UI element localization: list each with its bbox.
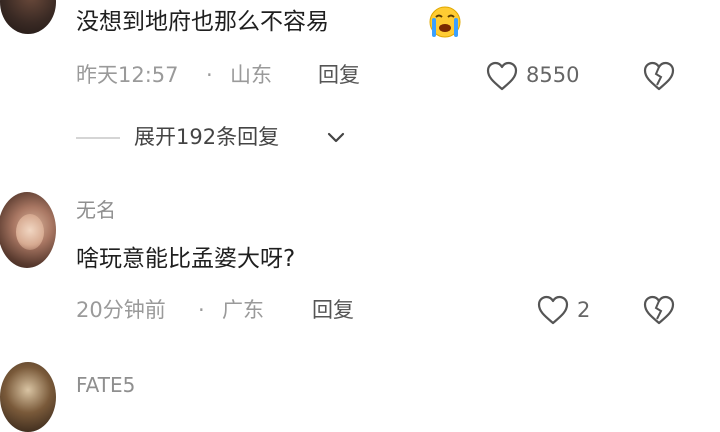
broken-heart-icon[interactable] [642, 60, 676, 92]
expand-replies-button[interactable]: 展开192条回复 [134, 127, 279, 148]
broken-heart-icon[interactable] [642, 294, 676, 326]
comment-location: 广东 [222, 298, 264, 322]
reply-button[interactable]: 回复 [318, 65, 360, 86]
loudly-crying-face-emoji [429, 6, 461, 38]
comment-text: 没想到地府也那么不容易 [76, 9, 329, 35]
username[interactable]: 无名 [76, 200, 116, 220]
avatar[interactable] [0, 0, 56, 34]
reply-button[interactable]: 回复 [312, 300, 354, 321]
like-count: 8550 [526, 63, 580, 87]
comment-text: 啥玩意能比孟婆大呀? [76, 246, 296, 272]
expand-divider [76, 137, 120, 139]
avatar[interactable] [0, 362, 56, 432]
avatar[interactable] [0, 192, 56, 268]
meta-separator: · [198, 298, 205, 322]
username[interactable]: FATE5 [76, 375, 135, 395]
heart-outline-icon[interactable] [485, 60, 519, 92]
comment-location: 山东 [230, 63, 272, 87]
chevron-down-icon[interactable] [326, 130, 346, 146]
like-count: 2 [577, 298, 591, 322]
comment-time: 昨天12:57 [76, 63, 179, 87]
heart-outline-icon[interactable] [536, 294, 570, 326]
meta-separator: · [206, 63, 213, 87]
comment-time: 20分钟前 [76, 298, 166, 322]
